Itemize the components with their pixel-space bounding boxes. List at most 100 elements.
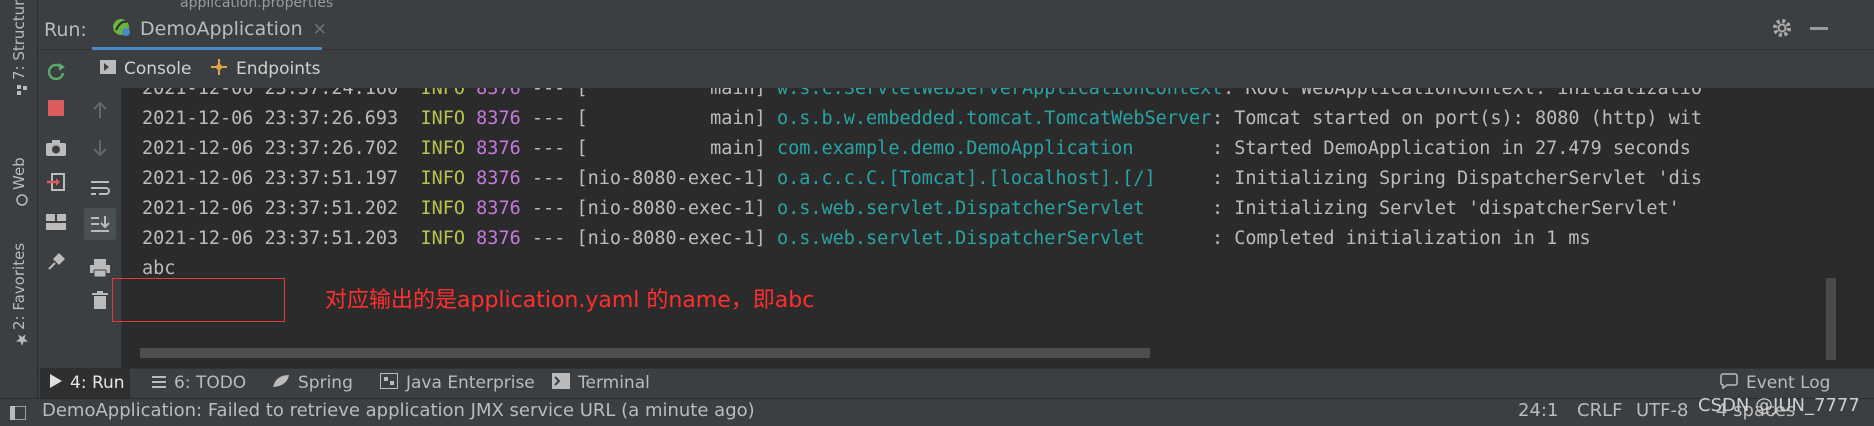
console-icon [100,59,116,79]
log-level: INFO [420,138,466,159]
favorites-tool-button[interactable]: 2: Favorites [4,230,34,350]
log-pid: 8376 [476,138,521,159]
structure-label: 7: Structure [10,0,28,80]
star-icon [13,334,28,346]
arrow-down-icon[interactable] [88,136,112,160]
web-label: Web [10,157,28,190]
tab-todo[interactable]: 6: TODO [152,368,246,398]
status-panel-icon[interactable] [9,405,27,424]
print-icon[interactable] [88,256,112,280]
left-tool-strip: 7: Structure Web 2: Favorites [0,0,38,426]
log-thread: [ main] [576,88,766,99]
log-timestamp: 2021-12-06 23:37:51.203 [142,228,399,249]
log-timestamp: 2021-12-06 23:37:51.202 [142,198,399,219]
log-separator: --- [531,228,566,249]
tab-java-enterprise[interactable]: Java Enterprise [379,368,535,398]
tab-console[interactable]: Console [80,50,192,91]
log-level: INFO [420,198,466,219]
tab-run-label: 4: Run [70,373,125,393]
log-thread: [ main] [576,108,766,129]
camera-icon[interactable] [44,136,68,160]
log-separator: --- [531,168,566,189]
status-caret-position[interactable]: 24:1 [1518,400,1558,421]
tab-console-label: Console [124,59,192,79]
soft-wrap-icon[interactable] [88,176,112,200]
log-message: : Initializing Spring DispatcherServlet … [1211,168,1703,189]
terminal-icon [552,372,570,394]
spring-boot-icon [110,16,132,42]
layout-icon[interactable] [44,210,68,234]
log-message: : Initializing Servlet 'dispatcherServle… [1211,198,1680,219]
log-logger: o.a.c.c.C.[Tomcat].[localhost].[/] [776,168,1156,189]
log-message: : Root WebApplicationContext: initializa… [1223,88,1703,99]
tab-run[interactable]: 4: Run [40,368,130,398]
log-pid: 8376 [476,168,521,189]
tab-spring-label: Spring [298,373,353,393]
log-thread: [ main] [576,138,766,159]
run-label: Run: [44,19,87,41]
status-encoding[interactable]: UTF-8 [1636,400,1688,421]
log-separator: --- [531,198,566,219]
tab-terminal-label: Terminal [578,373,650,393]
run-config-tab[interactable]: DemoApplication × [92,10,327,50]
log-level: INFO [420,88,466,99]
console-actions-toolbar [78,88,122,368]
exit-icon[interactable] [44,170,68,194]
list-icon [152,373,166,393]
spring-leaf-icon [272,373,290,393]
editor-tab-fragment[interactable]: application.properties [180,0,410,10]
log-level: INFO [420,108,466,129]
status-line-separator[interactable]: CRLF [1577,400,1622,421]
log-thread: [nio-8080-exec-1] [576,228,766,249]
structure-icon [13,84,27,96]
structure-tool-button[interactable]: 7: Structure [4,0,34,100]
highlight-box [112,278,285,322]
log-timestamp: 2021-12-06 23:37:26.693 [142,108,399,129]
log-separator: --- [531,88,566,99]
console-output[interactable]: 2021-12-06 23:37:24.160 INFO 8376 --- [ … [122,88,1822,368]
close-icon[interactable]: × [313,19,327,39]
stop-icon[interactable] [44,96,68,120]
vertical-scrollbar-thumb[interactable] [1826,278,1836,360]
trash-icon[interactable] [88,288,112,312]
log-line: 2021-12-06 23:37:26.693 INFO 8376 --- [ … [142,104,1702,134]
horizontal-scrollbar-thumb[interactable] [140,348,1150,358]
log-separator: --- [531,138,566,159]
endpoints-icon [210,58,228,81]
minimize-icon[interactable] [1810,27,1828,30]
arrow-up-icon[interactable] [88,98,112,122]
log-timestamp: 2021-12-06 23:37:51.197 [142,168,399,189]
log-line: 2021-12-06 23:37:51.202 INFO 8376 --- [n… [142,194,1680,224]
rerun-icon[interactable] [44,60,68,84]
tab-spring[interactable]: Spring [272,368,353,398]
tab-event-log[interactable]: Event Log [1720,368,1830,398]
log-message: : Completed initialization in 1 ms [1211,228,1591,249]
tab-terminal[interactable]: Terminal [552,368,650,398]
log-logger: o.s.web.servlet.DispatcherServlet [776,228,1145,249]
log-thread: [nio-8080-exec-1] [576,168,766,189]
scroll-to-end-icon[interactable] [84,208,116,240]
log-logger: w.s.c.ServletWebServerApplicationContext [776,88,1223,99]
tab-todo-label: 6: TODO [174,373,247,393]
editor-tab-label: application.properties [180,0,334,10]
run-tab-title: DemoApplication [140,17,303,40]
log-line: 2021-12-06 23:37:26.702 INFO 8376 --- [ … [142,134,1691,164]
log-timestamp: 2021-12-06 23:37:24.160 [142,88,399,99]
event-log-icon [1720,372,1738,394]
log-level: INFO [420,228,466,249]
log-separator: --- [531,108,566,129]
web-icon [13,194,28,206]
gear-icon[interactable] [1770,16,1794,40]
pin-icon[interactable] [44,250,68,274]
log-pid: 8376 [476,88,521,99]
log-line: 2021-12-06 23:37:51.203 INFO 8376 --- [n… [142,224,1591,254]
tab-endpoints-label: Endpoints [236,59,321,79]
status-message[interactable]: DemoApplication: Failed to retrieve appl… [42,400,755,421]
annotation-text: 对应输出的是application.yaml 的name，即abc [325,288,815,313]
log-line-partial: 2021-12-06 23:37:24.160 INFO 8376 --- [ … [142,88,1702,104]
tab-endpoints[interactable]: Endpoints [210,50,340,88]
java-enterprise-icon [379,371,399,394]
log-pid: 8376 [476,108,521,129]
run-actions-toolbar [38,50,78,368]
web-tool-button[interactable]: Web [4,140,34,210]
